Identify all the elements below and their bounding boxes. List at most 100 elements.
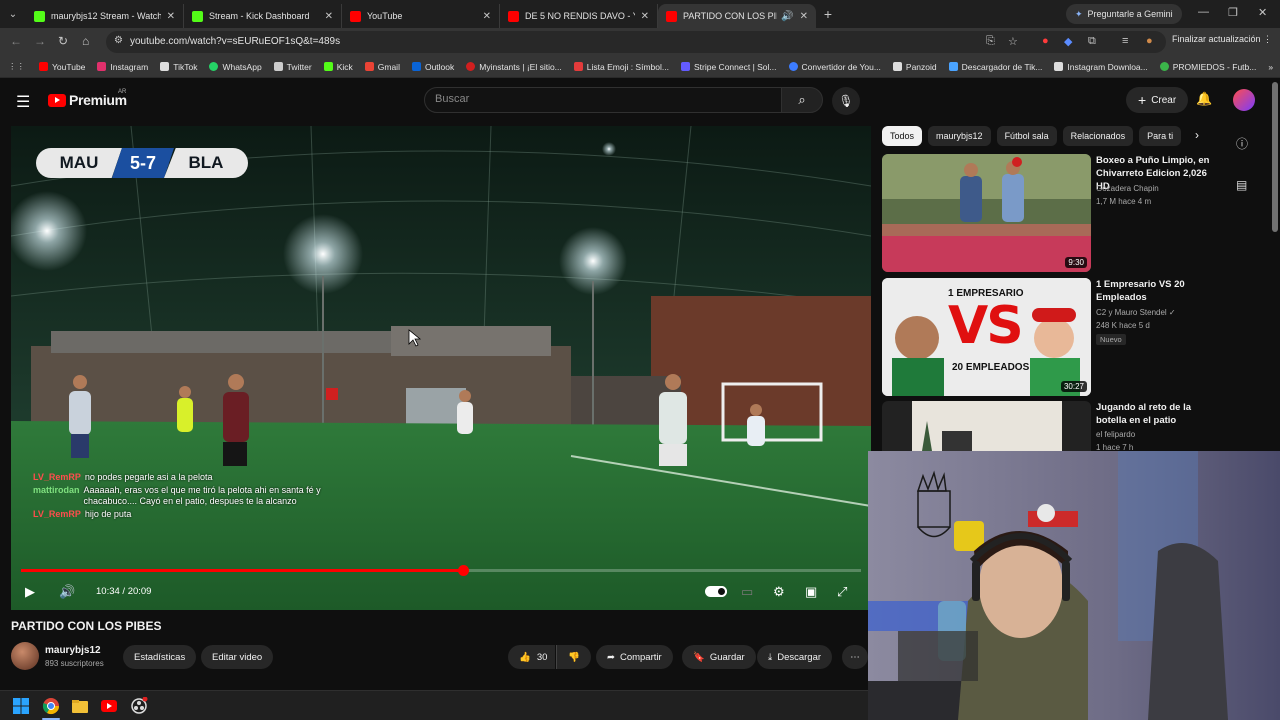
more-actions-button[interactable]: ⋯ [842, 645, 868, 669]
dislike-button[interactable]: 👎 [556, 645, 591, 669]
volume-icon[interactable]: 🔊 [59, 584, 75, 600]
create-button[interactable]: + Crear [1126, 87, 1189, 113]
bookmark-stripe[interactable]: Stripe Connect | Sol... [680, 62, 777, 72]
bookmark-myinstants[interactable]: Myinstants | ¡El sitio... [466, 62, 562, 72]
close-window-icon[interactable]: ✕ [1258, 6, 1267, 19]
info-icon[interactable]: ⓘ [1236, 135, 1248, 152]
search-button[interactable]: ⌕ [781, 87, 823, 113]
chip-related[interactable]: Relacionados [1062, 126, 1134, 146]
more-bookmarks-icon[interactable]: » [1268, 62, 1273, 72]
rec-title[interactable]: Jugando al reto de la botella en el pati… [1096, 401, 1212, 427]
windows-start-icon[interactable] [12, 697, 30, 715]
chip-for-you[interactable]: Para ti [1139, 126, 1182, 146]
reload-icon[interactable]: ↻ [58, 34, 68, 48]
like-button[interactable]: 👍 30 [508, 645, 556, 669]
bookmark-outlook[interactable]: Outlook [411, 62, 454, 72]
address-bar[interactable]: ⚙ youtube.com/watch?v=sEURuEOF1sQ&t=489s… [106, 31, 1166, 53]
video-thumbnail[interactable]: 1 EMPRESARIO VS 20 EMPLEADOS 30:27 [882, 278, 1091, 396]
minimize-icon[interactable]: — [1198, 6, 1209, 18]
browser-tab[interactable]: Stream - Kick Dashboard ✕ [184, 4, 342, 28]
rec-channel[interactable]: Gozadera Chapin [1096, 184, 1159, 193]
account-avatar[interactable] [1233, 89, 1255, 111]
fullscreen-icon[interactable]: ⤢ [837, 584, 847, 600]
bookmark-twitter[interactable]: Twitter [273, 62, 312, 72]
profile-icon[interactable]: ● [1146, 35, 1153, 47]
chrome-icon[interactable] [42, 697, 60, 715]
video-player[interactable]: MAU 5-7 BLA LV_RemRP no podes pegarle as… [11, 126, 871, 610]
new-tab-icon[interactable]: + [816, 6, 840, 22]
search-input[interactable] [435, 93, 765, 105]
channel-name[interactable]: maurybjs12 [45, 645, 101, 656]
search-box[interactable] [424, 87, 782, 113]
extension-icon[interactable]: ● [1042, 35, 1049, 47]
chip-all[interactable]: Todos [882, 126, 923, 146]
bookmark-tiktok-downloader[interactable]: Descargador de Tik... [948, 62, 1042, 72]
obs-icon[interactable] [130, 697, 148, 715]
theater-mode-icon[interactable]: ▣ [805, 584, 817, 600]
play-icon[interactable]: ▶ [25, 584, 35, 600]
notifications-bell-icon[interactable]: 🔔 [1196, 91, 1212, 107]
settings-gear-icon[interactable]: ⚙ [773, 584, 785, 600]
bookmark-instagram-downloader[interactable]: Instagram Downloa... [1054, 62, 1148, 72]
bookmark-converter[interactable]: Convertidor de You... [788, 62, 881, 72]
video-thumbnail[interactable] [882, 401, 1091, 451]
back-icon[interactable]: ← [10, 34, 22, 48]
home-icon[interactable]: ⌂ [82, 34, 89, 48]
chip-futsal[interactable]: Fútbol sala [996, 126, 1057, 146]
browser-tab[interactable]: maurybjs12 Stream - Watch Liv ✕ [26, 4, 184, 28]
page-scrollbar[interactable] [1272, 82, 1278, 232]
close-tab-icon[interactable]: ✕ [483, 11, 491, 22]
chat-icon[interactable]: ▤ [1236, 178, 1247, 192]
recommended-video[interactable]: 9:30 Boxeo a Puño Limpio, en Chivarreto … [882, 154, 1212, 272]
ask-gemini-button[interactable]: ✦ Preguntarle a Gemini [1066, 4, 1182, 24]
speaker-icon[interactable]: 🔊 [781, 11, 793, 22]
bookmark-instagram[interactable]: Instagram [97, 62, 148, 72]
tab-search-icon[interactable]: ⌄ [0, 0, 26, 28]
subtitles-icon[interactable]: ▭ [741, 584, 753, 600]
bookmark-gmail[interactable]: Gmail [364, 62, 400, 72]
file-explorer-icon[interactable] [71, 697, 89, 715]
bookmark-tiktok[interactable]: TikTok [160, 62, 197, 72]
site-info-icon[interactable]: ⚙ [114, 35, 123, 46]
restore-icon[interactable]: ❐ [1228, 6, 1238, 19]
download-button[interactable]: ⤓ Descargar [757, 645, 833, 669]
menu-hamburger-icon[interactable]: ☰ [16, 92, 30, 112]
channel-avatar[interactable] [11, 642, 39, 670]
close-tab-icon[interactable]: ✕ [167, 11, 175, 22]
close-tab-icon[interactable]: ✕ [800, 11, 808, 22]
extension-icon[interactable]: ◆ [1064, 35, 1072, 48]
share-button[interactable]: ➦ Compartir [596, 645, 673, 669]
chip-channel[interactable]: maurybjs12 [928, 126, 991, 146]
scrubber-handle[interactable] [457, 565, 469, 576]
save-button[interactable]: 🔖 Guardar [682, 645, 756, 669]
recommended-video[interactable]: Jugando al reto de la botella en el pati… [882, 401, 1212, 451]
edit-video-button[interactable]: Editar video [201, 645, 274, 669]
close-tab-icon[interactable]: ✕ [325, 11, 333, 22]
chevron-right-icon[interactable]: › [1195, 128, 1199, 142]
bookmark-kick[interactable]: Kick [323, 62, 353, 72]
voice-search-button[interactable]: 🎙 [832, 87, 860, 115]
bookmark-whatsapp[interactable]: WhatsApp [209, 62, 262, 72]
browser-tab[interactable]: YouTube ✕ [342, 4, 500, 28]
finish-update-button[interactable]: Finalizar actualización ⋮ [1172, 34, 1272, 45]
progress-bar[interactable] [21, 565, 861, 576]
recommended-video[interactable]: 1 EMPRESARIO VS 20 EMPLEADOS 30:27 1 Emp… [882, 278, 1212, 396]
install-app-icon[interactable]: ⎘ [986, 35, 995, 48]
forward-icon[interactable]: → [34, 34, 46, 48]
youtube-app-icon[interactable] [100, 697, 118, 715]
bookmark-promiedos[interactable]: PROMIEDOS - Futb... [1159, 62, 1256, 72]
extensions-puzzle-icon[interactable]: ⧉ [1088, 35, 1096, 48]
bookmark-panzoid[interactable]: Panzoid [892, 62, 937, 72]
browser-tab-active[interactable]: PARTIDO CON LOS PIBES 🔊 ✕ [658, 4, 816, 28]
rec-channel[interactable]: C2 y Mauro Stendel ✓ [1096, 308, 1176, 317]
apps-grid-icon[interactable]: ⋮⋮ [8, 61, 25, 72]
video-thumbnail[interactable]: 9:30 [882, 154, 1091, 272]
bookmark-youtube[interactable]: YouTube [39, 62, 85, 72]
autoplay-toggle[interactable] [705, 585, 727, 600]
rec-channel[interactable]: el felipardo [1096, 430, 1135, 439]
bookmark-emoji-list[interactable]: Lista Emoji : Símbol... [573, 62, 669, 72]
bookmark-star-icon[interactable]: ☆ [1008, 35, 1018, 48]
media-controls-icon[interactable]: ≡ [1122, 35, 1128, 47]
rec-title[interactable]: 1 Empresario VS 20 Empleados [1096, 278, 1218, 304]
youtube-premium-logo[interactable]: Premium [48, 92, 127, 108]
